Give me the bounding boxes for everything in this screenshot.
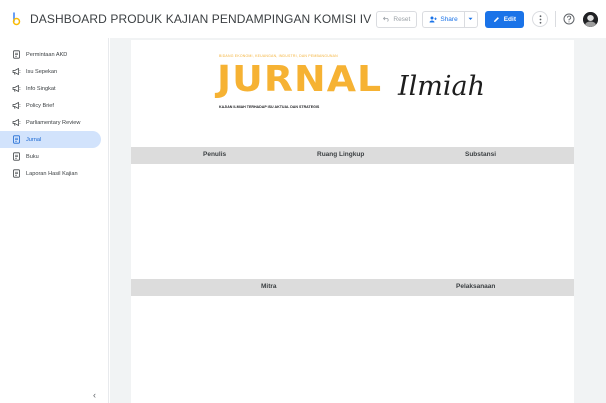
report-title[interactable]: DASHBOARD PRODUK KAJIAN PENDAMPINGAN KOM… xyxy=(30,12,371,26)
sidebar-item-label: Laporan Hasil Kajian xyxy=(26,170,78,177)
sidebar-item-buku[interactable]: Buku xyxy=(0,148,101,165)
report-canvas: BIDANG EKONOMI, KEUANGAN, INDUSTRI, DAN … xyxy=(110,38,606,403)
document-icon xyxy=(12,169,21,178)
reset-label: Reset xyxy=(393,15,411,23)
page-navigation-sidebar: Permintaan AKD Isu Sepekan Info Singkat Pol… xyxy=(0,38,109,403)
sidebar-item-label: Permintaan AKD xyxy=(26,51,68,58)
more-options-button[interactable] xyxy=(532,11,548,27)
share-label: Share xyxy=(440,15,458,23)
sidebar-item-permintaan-akd[interactable]: Permintaan AKD xyxy=(0,46,101,63)
sidebar-item-label: Info Singkat xyxy=(26,85,56,92)
collapse-sidebar-icon[interactable]: ‹ xyxy=(93,390,96,400)
sidebar-item-policy-brief[interactable]: Policy Brief xyxy=(0,97,101,114)
sidebar-item-label: Parliamentary Review xyxy=(26,119,81,126)
sidebar-item-isu-sepekan[interactable]: Isu Sepekan xyxy=(0,63,101,80)
sidebar-item-label: Isu Sepekan xyxy=(26,68,58,75)
column-header-mitra[interactable]: Mitra xyxy=(261,283,277,290)
sidebar-item-info-singkat[interactable]: Info Singkat xyxy=(0,80,101,97)
page-list: Permintaan AKD Isu Sepekan Info Singkat Pol… xyxy=(0,38,108,182)
table-header-mitra: Mitra Pelaksanaan xyxy=(131,279,574,296)
pencil-icon xyxy=(493,16,499,22)
share-dropdown-button[interactable] xyxy=(463,10,478,28)
add-person-icon xyxy=(429,16,438,22)
header-bar: DASHBOARD PRODUK KAJIAN PENDAMPINGAN KOM… xyxy=(0,0,606,38)
more-vert-icon xyxy=(539,14,541,24)
document-icon xyxy=(12,50,21,59)
sidebar-item-jurnal[interactable]: Jurnal xyxy=(0,131,101,148)
document-icon xyxy=(12,152,21,161)
column-header-pelaksanaan[interactable]: Pelaksanaan xyxy=(456,283,495,290)
column-header-ruang-lingkup[interactable]: Ruang Lingkup xyxy=(317,151,364,158)
banner-tagline-bottom: KAJIAN ILMIAH TERHADAP ISU AKTUAL DAN ST… xyxy=(219,105,320,109)
banner-jurnal-word: JURNAL xyxy=(217,59,383,100)
document-icon xyxy=(12,135,21,144)
sidebar-item-label: Policy Brief xyxy=(26,102,54,109)
header-actions: Reset Share Edit xyxy=(376,0,598,38)
app-window: DASHBOARD PRODUK KAJIAN PENDAMPINGAN KOM… xyxy=(0,0,606,403)
help-icon[interactable] xyxy=(563,13,575,25)
banner-ilmiah-script: Ilmiah xyxy=(398,71,486,102)
banner-tagline-top: BIDANG EKONOMI, KEUANGAN, INDUSTRI, DAN … xyxy=(219,54,338,58)
megaphone-icon xyxy=(12,101,21,110)
jurnal-ilmiah-banner: BIDANG EKONOMI, KEUANGAN, INDUSTRI, DAN … xyxy=(217,54,507,122)
account-avatar[interactable] xyxy=(583,11,598,27)
sidebar-item-laporan-hasil-kajian[interactable]: Laporan Hasil Kajian xyxy=(0,165,101,182)
table-header-penulis: Penulis Ruang Lingkup Substansi xyxy=(131,147,574,164)
megaphone-icon xyxy=(12,118,21,127)
megaphone-icon xyxy=(12,67,21,76)
edit-label: Edit xyxy=(503,15,516,23)
share-button[interactable]: Share xyxy=(422,10,464,28)
sidebar-item-label: Jurnal xyxy=(26,136,42,143)
megaphone-icon xyxy=(12,84,21,93)
reset-button[interactable]: Reset xyxy=(376,10,418,28)
sidebar-item-parliamentary-review[interactable]: Parliamentary Review xyxy=(0,114,101,131)
looker-studio-logo-icon[interactable] xyxy=(11,12,21,26)
edit-button[interactable]: Edit xyxy=(484,10,524,28)
chevron-down-icon xyxy=(468,17,473,20)
header-divider xyxy=(555,11,556,27)
sidebar-item-label: Buku xyxy=(26,153,39,160)
column-header-substansi[interactable]: Substansi xyxy=(465,151,496,158)
column-header-penulis[interactable]: Penulis xyxy=(203,151,226,158)
undo-icon xyxy=(383,16,389,22)
report-page: BIDANG EKONOMI, KEUANGAN, INDUSTRI, DAN … xyxy=(131,40,574,403)
